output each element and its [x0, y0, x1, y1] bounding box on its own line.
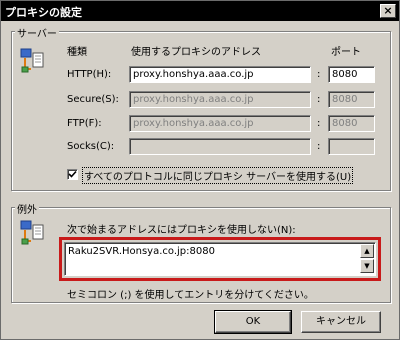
proxy-exception-icon: [20, 220, 44, 245]
exceptions-group-label: 例外: [15, 201, 39, 216]
close-icon: ×: [383, 4, 393, 17]
http-label: HTTP(H):: [67, 69, 112, 80]
servers-group-label: サーバー: [15, 25, 59, 40]
secure-address-input[interactable]: proxy.honshya.aaa.co.jp: [129, 91, 311, 108]
http-colon: :: [317, 69, 321, 80]
socks-colon: :: [317, 141, 321, 152]
socks-label: Socks(C):: [67, 141, 115, 152]
ftp-label: FTP(F):: [67, 118, 102, 129]
http-address-input[interactable]: proxy.honshya.aaa.co.jp: [129, 66, 311, 83]
exceptions-hint: セミコロン (;) を使用してエントリを分けてください。: [67, 290, 314, 301]
socks-address-input[interactable]: [129, 138, 311, 155]
cancel-button[interactable]: キャンセル: [301, 311, 381, 333]
scroll-up-button[interactable]: ▲: [360, 244, 374, 258]
proxy-settings-dialog: プロキシの設定 × サーバー 種類 使用するプロキシのアドレス ポート HTTP…: [0, 0, 400, 340]
secure-port-input[interactable]: 8080: [328, 91, 375, 108]
ftp-address-input[interactable]: proxy.honshya.aaa.co.jp: [129, 115, 311, 132]
ftp-colon: :: [317, 118, 321, 129]
title-bar[interactable]: プロキシの設定 ×: [1, 1, 399, 21]
ftp-port-input[interactable]: 8080: [328, 115, 375, 132]
exceptions-value: Raku2SVR.Honsya.co.jp:8080: [68, 246, 215, 257]
ok-button[interactable]: OK: [214, 310, 292, 334]
socks-port-input[interactable]: [328, 138, 375, 155]
column-header-port: ポート: [331, 47, 361, 58]
scroll-up-icon: ▲: [364, 247, 370, 255]
proxy-server-icon: [20, 48, 44, 73]
window-title: プロキシの設定: [5, 6, 82, 19]
close-button[interactable]: ×: [380, 4, 396, 18]
http-port-input[interactable]: 8080: [328, 66, 375, 83]
checkmark-icon: [68, 170, 77, 178]
column-header-address: 使用するプロキシのアドレス: [131, 47, 261, 58]
scroll-down-button[interactable]: ▼: [360, 259, 374, 273]
exceptions-textarea[interactable]: Raku2SVR.Honsya.co.jp:8080 ▲ ▼: [64, 242, 376, 276]
same-proxy-checkbox[interactable]: [67, 169, 78, 180]
secure-colon: :: [317, 94, 321, 105]
secure-label: Secure(S):: [67, 94, 119, 105]
same-proxy-label[interactable]: すべてのプロトコルに同じプロキシ サーバーを使用する(U): [82, 167, 354, 184]
column-header-type: 種類: [67, 47, 87, 58]
scroll-down-icon: ▼: [364, 262, 370, 270]
exceptions-instruction: 次で始まるアドレスにはプロキシを使用しない(N):: [67, 225, 296, 236]
